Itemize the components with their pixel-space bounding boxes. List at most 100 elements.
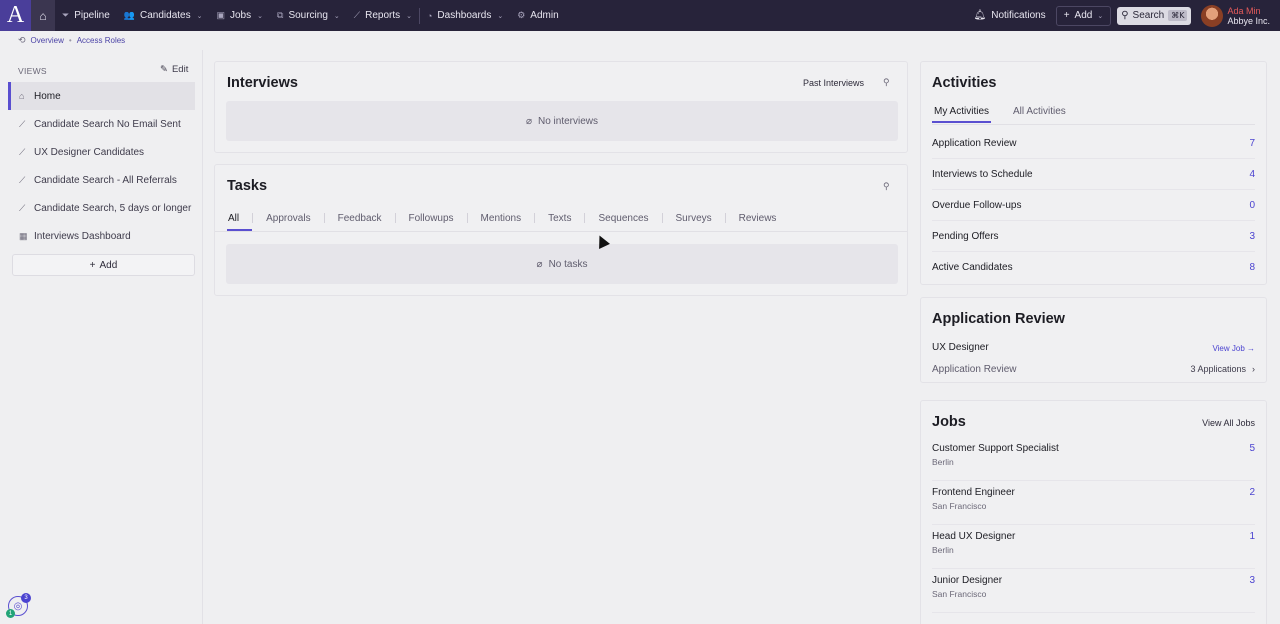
activity-count: 0 xyxy=(1249,199,1255,211)
sidebar-item[interactable]: ▦ Interviews Dashboard xyxy=(8,222,195,250)
view-job-link[interactable]: View Job → xyxy=(1212,344,1255,353)
nav-pipeline[interactable]: ⏷ Pipeline xyxy=(55,0,117,31)
top-navigation-bar: A ⌂ ⏷ Pipeline 👥 Candidates ⌄ ▣ Jobs ⌄ ⧉ Sourcing… xyxy=(0,0,1280,31)
chart-line-icon: ⟋ xyxy=(19,118,26,129)
search-icon[interactable]: ⚲ xyxy=(883,181,890,192)
job-count: 5 xyxy=(1249,443,1255,454)
tab-sequences[interactable]: Sequences xyxy=(585,209,661,227)
jobs-card: Jobs View All Jobs Customer Support Spec… xyxy=(920,400,1267,624)
pencil-icon: ✎ xyxy=(160,64,168,75)
sidebar-item[interactable]: ⌂ Home xyxy=(8,82,195,110)
search-button[interactable]: ⚲ Search ⌘K xyxy=(1117,6,1192,25)
tab-feedback[interactable]: Feedback xyxy=(325,209,395,227)
activity-row[interactable]: Pending Offers 3 xyxy=(932,221,1255,252)
sidebar-item[interactable]: ⟋ Candidate Search - All Referrals xyxy=(8,166,195,194)
help-widget[interactable]: ◎ 3 1 xyxy=(6,593,31,618)
job-row[interactable]: Frontend Engineer San Francisco 2 xyxy=(932,481,1255,525)
user-menu[interactable]: Ada Min Abbye Inc. xyxy=(1227,6,1270,26)
tab-followups[interactable]: Followups xyxy=(396,209,467,227)
sidebar-item[interactable]: ⟋ Candidate Search No Email Sent xyxy=(8,110,195,138)
tab-my-activities[interactable]: My Activities xyxy=(932,106,992,123)
job-info: Frontend Engineer San Francisco xyxy=(932,487,1015,524)
job-title: Frontend Engineer xyxy=(932,487,1015,498)
nav-reports[interactable]: ⟋ Reports ⌄ xyxy=(347,0,419,31)
sidebar-item[interactable]: ⟋ UX Designer Candidates xyxy=(8,138,195,166)
home-icon: ⌂ xyxy=(19,91,25,101)
chart-line-icon: ⟋ xyxy=(19,146,26,157)
nav-sourcing[interactable]: ⧉ Sourcing ⌄ xyxy=(270,0,347,31)
tasks-empty-label: No tasks xyxy=(548,258,588,270)
nav-label: Pipeline xyxy=(74,10,110,21)
plus-icon: + xyxy=(1063,10,1070,21)
nav-admin[interactable]: ⚙ Admin xyxy=(510,0,565,31)
activity-row[interactable]: Active Candidates 8 xyxy=(932,252,1255,283)
activity-label: Active Candidates xyxy=(932,262,1013,273)
activity-label: Pending Offers xyxy=(932,230,999,242)
sidebar-item-label: UX Designer Candidates xyxy=(34,146,145,158)
interviews-title: Interviews xyxy=(227,75,298,91)
job-count: 2 xyxy=(1249,487,1255,498)
tab-all-activities[interactable]: All Activities xyxy=(1011,106,1068,117)
nav-label: Sourcing xyxy=(288,10,328,21)
activity-label: Interviews to Schedule xyxy=(932,168,1033,180)
activity-row[interactable]: Overdue Follow-ups 0 xyxy=(932,190,1255,221)
nav-jobs[interactable]: ▣ Jobs ⌄ xyxy=(209,0,270,31)
job-row[interactable]: Junior Designer San Francisco 3 xyxy=(932,569,1255,613)
search-icon: ⚲ xyxy=(1121,10,1129,21)
nav-label: Admin xyxy=(530,10,559,21)
sidebar-item-label: Candidate Search - All Referrals xyxy=(34,174,177,186)
interviews-empty-label: No interviews xyxy=(538,115,599,127)
view-all-jobs-link[interactable]: View All Jobs xyxy=(1202,418,1255,428)
notifications-button[interactable]: 🔔︎ Notifications xyxy=(974,10,1046,21)
activity-row[interactable]: Application Review 7 xyxy=(932,128,1255,159)
tab-surveys[interactable]: Surveys xyxy=(663,209,725,227)
add-view-label: Add xyxy=(99,259,118,271)
job-info: Customer Support Specialist Berlin xyxy=(932,443,1059,480)
people-icon: 👥 xyxy=(123,10,136,20)
add-button[interactable]: + Add ⌄ xyxy=(1055,5,1112,26)
application-review-title: Application Review xyxy=(932,311,1065,327)
job-row[interactable]: Head UX Designer Berlin 1 xyxy=(932,525,1255,569)
empty-icon: ⌀ xyxy=(525,115,532,127)
user-org: Abbye Inc. xyxy=(1227,15,1270,26)
avatar[interactable] xyxy=(1201,4,1224,27)
sidebar-item-label: Candidate Search No Email Sent xyxy=(34,118,181,130)
past-interviews-link[interactable]: Past Interviews xyxy=(803,78,864,88)
breadcrumb-separator: • xyxy=(68,36,72,45)
breadcrumb-access-roles[interactable]: Access Roles xyxy=(77,36,125,45)
breadcrumb-overview[interactable]: Overview xyxy=(31,36,64,45)
top-right-controls: 🔔︎ Notifications + Add ⌄ ⚲ Search ⌘K Ada… xyxy=(974,0,1280,31)
tasks-empty-state: ⌀ No tasks xyxy=(226,244,898,284)
gauge-icon: ◔ xyxy=(426,10,433,21)
sidebar-item-label: Candidate Search, 5 days or longer xyxy=(34,202,192,214)
job-row[interactable]: Customer Support Specialist Berlin 5 xyxy=(932,437,1255,481)
tab-approvals[interactable]: Approvals xyxy=(253,209,323,227)
breadcrumb: ⟲ Overview • Access Roles xyxy=(18,35,125,46)
tab-texts[interactable]: Texts xyxy=(535,209,584,227)
sidebar-item[interactable]: ⟋ Candidate Search, 5 days or longer xyxy=(8,194,195,222)
home-button[interactable]: ⌂ xyxy=(31,0,55,31)
tab-mentions[interactable]: Mentions xyxy=(468,209,535,227)
applications-count-link[interactable]: 3 Applications › xyxy=(1190,364,1255,374)
chevron-right-icon: › xyxy=(1252,364,1255,374)
nav-dashboards[interactable]: ◔ Dashboards ⌄ xyxy=(420,0,510,31)
tab-reviews[interactable]: Reviews xyxy=(726,209,790,227)
edit-label: Edit xyxy=(171,64,189,75)
help-badge: 3 xyxy=(21,593,31,603)
interviews-card: Interviews Past Interviews ⚲ ⌀ No interv… xyxy=(214,61,908,153)
add-view-button[interactable]: + Add xyxy=(12,254,195,276)
review-job-name[interactable]: UX Designer xyxy=(932,342,989,353)
activity-count: 7 xyxy=(1249,137,1255,149)
history-icon: ⟲ xyxy=(18,35,26,45)
tab-all[interactable]: All xyxy=(227,209,253,231)
chevron-down-icon: ⌄ xyxy=(257,12,263,20)
search-icon[interactable]: ⚲ xyxy=(883,77,890,88)
review-stage: Application Review xyxy=(932,364,1017,375)
job-title: Junior Designer xyxy=(932,575,1003,586)
job-count: 1 xyxy=(1249,531,1255,542)
edit-views-button[interactable]: ✎ Edit xyxy=(160,64,188,75)
activity-row[interactable]: Interviews to Schedule 4 xyxy=(932,159,1255,190)
tasks-tabs: All Approvals Feedback Followups Mentions Tex… xyxy=(227,209,790,231)
app-logo[interactable]: A xyxy=(0,0,31,31)
nav-candidates[interactable]: 👥 Candidates ⌄ xyxy=(117,0,210,31)
